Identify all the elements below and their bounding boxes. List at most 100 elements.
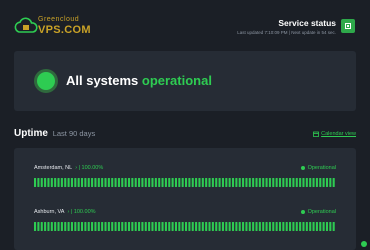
uptime-day-bar[interactable]	[201, 178, 204, 187]
uptime-day-bar[interactable]	[101, 178, 104, 187]
uptime-day-bar[interactable]	[235, 178, 238, 187]
uptime-day-bar[interactable]	[94, 222, 97, 231]
uptime-day-bar[interactable]	[211, 222, 214, 231]
uptime-day-bar[interactable]	[278, 222, 282, 231]
uptime-day-bar[interactable]	[54, 178, 57, 187]
uptime-day-bar[interactable]	[242, 178, 245, 187]
uptime-day-bar[interactable]	[127, 222, 131, 231]
uptime-day-bar[interactable]	[97, 222, 100, 231]
uptime-day-bar[interactable]	[211, 178, 214, 187]
uptime-day-bar[interactable]	[332, 222, 335, 231]
uptime-day-bar[interactable]	[181, 178, 184, 187]
uptime-day-bar[interactable]	[154, 178, 157, 187]
uptime-day-bar[interactable]	[141, 178, 144, 187]
uptime-day-bar[interactable]	[315, 178, 318, 187]
uptime-day-bar[interactable]	[50, 178, 53, 187]
uptime-day-bar[interactable]	[268, 222, 271, 231]
uptime-day-bar[interactable]	[127, 178, 131, 187]
uptime-day-bar[interactable]	[164, 222, 167, 231]
uptime-day-bar[interactable]	[87, 222, 90, 231]
uptime-day-bar[interactable]	[225, 178, 228, 187]
uptime-day-bar[interactable]	[144, 178, 147, 187]
uptime-day-bar[interactable]	[111, 178, 114, 187]
uptime-day-bar[interactable]	[174, 222, 178, 231]
uptime-day-bar[interactable]	[117, 178, 120, 187]
uptime-day-bar[interactable]	[322, 178, 325, 187]
uptime-day-bar[interactable]	[268, 178, 271, 187]
uptime-day-bar[interactable]	[141, 222, 144, 231]
uptime-day-bar[interactable]	[44, 222, 47, 231]
uptime-day-bar[interactable]	[178, 178, 181, 187]
uptime-day-bar[interactable]	[121, 178, 124, 187]
uptime-day-bar[interactable]	[289, 178, 292, 187]
uptime-day-bar[interactable]	[292, 222, 295, 231]
uptime-day-bar[interactable]	[195, 222, 198, 231]
uptime-day-bar[interactable]	[265, 222, 268, 231]
uptime-day-bar[interactable]	[64, 178, 67, 187]
uptime-day-bar[interactable]	[67, 222, 70, 231]
uptime-day-bar[interactable]	[201, 222, 204, 231]
uptime-day-bar[interactable]	[74, 178, 77, 187]
uptime-day-bar[interactable]	[302, 178, 305, 187]
uptime-day-bar[interactable]	[215, 178, 218, 187]
uptime-day-bar[interactable]	[104, 178, 107, 187]
uptime-day-bar[interactable]	[37, 222, 40, 231]
uptime-day-bar[interactable]	[101, 222, 104, 231]
uptime-day-bar[interactable]	[134, 222, 137, 231]
uptime-day-bar[interactable]	[185, 222, 188, 231]
uptime-day-bar[interactable]	[208, 222, 211, 231]
uptime-day-bar[interactable]	[47, 178, 50, 187]
uptime-day-bar[interactable]	[258, 178, 261, 187]
uptime-day-bar[interactable]	[148, 178, 151, 187]
uptime-day-bar[interactable]	[34, 222, 37, 231]
uptime-day-bar[interactable]	[205, 222, 208, 231]
uptime-day-bar[interactable]	[47, 222, 50, 231]
uptime-day-bar[interactable]	[60, 178, 63, 187]
uptime-day-bar[interactable]	[188, 222, 191, 231]
uptime-day-bar[interactable]	[305, 222, 308, 231]
uptime-day-bar[interactable]	[218, 178, 221, 187]
uptime-day-bar[interactable]	[131, 222, 134, 231]
uptime-day-bar[interactable]	[221, 222, 224, 231]
calendar-view-link[interactable]: Calendar view	[313, 131, 356, 137]
uptime-day-bar[interactable]	[305, 178, 308, 187]
uptime-day-bar[interactable]	[332, 178, 335, 187]
uptime-day-bar[interactable]	[124, 178, 127, 187]
uptime-day-bar[interactable]	[231, 222, 235, 231]
uptime-day-bar[interactable]	[319, 178, 322, 187]
uptime-day-bar[interactable]	[242, 222, 245, 231]
uptime-day-bar[interactable]	[235, 222, 238, 231]
uptime-day-bar[interactable]	[191, 178, 194, 187]
uptime-day-bar[interactable]	[64, 222, 67, 231]
uptime-day-bar[interactable]	[238, 222, 241, 231]
uptime-day-bar[interactable]	[158, 178, 161, 187]
uptime-day-bar[interactable]	[80, 222, 84, 231]
uptime-day-bar[interactable]	[111, 222, 114, 231]
uptime-day-bar[interactable]	[228, 178, 231, 187]
uptime-day-bar[interactable]	[107, 222, 110, 231]
uptime-day-bar[interactable]	[289, 222, 292, 231]
uptime-day-bar[interactable]	[325, 222, 329, 231]
uptime-day-bar[interactable]	[121, 222, 124, 231]
uptime-day-bar[interactable]	[131, 178, 134, 187]
uptime-day-bar[interactable]	[245, 222, 248, 231]
uptime-day-bar[interactable]	[148, 222, 151, 231]
uptime-day-bar[interactable]	[67, 178, 70, 187]
uptime-day-bar[interactable]	[255, 178, 258, 187]
uptime-day-bar[interactable]	[181, 222, 184, 231]
uptime-day-bar[interactable]	[57, 178, 60, 187]
uptime-day-bar[interactable]	[44, 178, 47, 187]
uptime-day-bar[interactable]	[87, 178, 90, 187]
uptime-day-bar[interactable]	[325, 178, 329, 187]
uptime-day-bar[interactable]	[191, 222, 194, 231]
uptime-day-bar[interactable]	[91, 222, 94, 231]
uptime-day-bar[interactable]	[57, 222, 60, 231]
uptime-day-bar[interactable]	[161, 222, 164, 231]
uptime-day-bar[interactable]	[117, 222, 120, 231]
uptime-day-bar[interactable]	[299, 222, 302, 231]
uptime-day-bar[interactable]	[322, 222, 325, 231]
uptime-day-bar[interactable]	[91, 178, 94, 187]
uptime-day-bar[interactable]	[138, 222, 141, 231]
uptime-day-bar[interactable]	[282, 178, 285, 187]
uptime-day-bar[interactable]	[198, 178, 201, 187]
